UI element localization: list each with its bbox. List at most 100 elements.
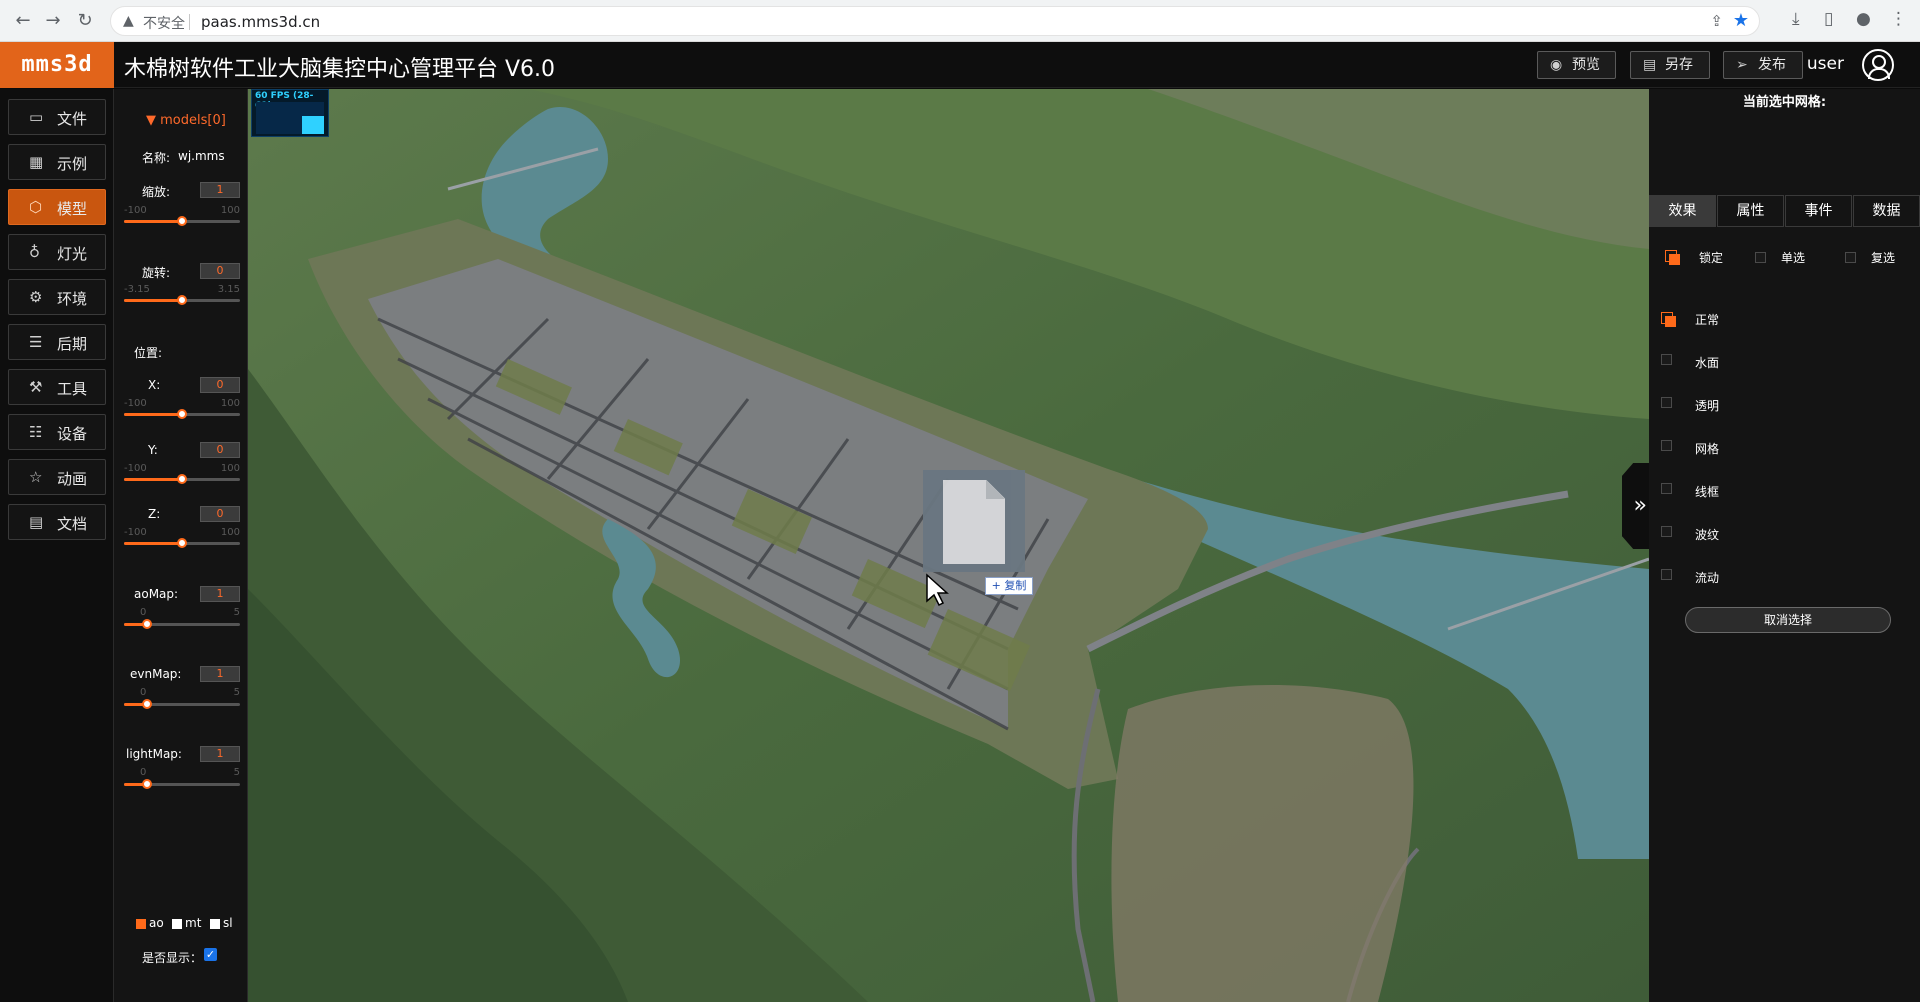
slider-thumb[interactable] [142,699,152,709]
slider-thumb[interactable] [177,216,187,226]
scale-input[interactable]: 1 [200,182,240,198]
y-input[interactable]: 0 [200,442,240,458]
scale-slider[interactable] [124,216,240,226]
nav-item-file[interactable]: ▭ 文件 [8,99,106,135]
single-select-checkbox[interactable] [1755,252,1766,263]
eye-icon: ◉ [1550,57,1563,73]
x-input[interactable]: 0 [200,377,240,393]
send-icon: ➢ [1736,57,1748,73]
tab-effect[interactable]: 效果 [1649,195,1716,227]
nav-item-model[interactable]: ⬡ 模型 [8,189,106,225]
lightmap-label: lightMap: [126,747,182,761]
sidepanel-icon[interactable]: ▯ [1824,9,1833,29]
aomap-input[interactable]: 1 [200,586,240,602]
address-bar[interactable]: ▲ 不安全 paas.mms3d.cn ⇪ ★ [110,6,1760,36]
save-as-label: 另存 [1665,57,1693,73]
nav-item-animation[interactable]: ☆ 动画 [8,459,106,495]
nav-item-light[interactable]: ♁ 灯光 [8,234,106,270]
brand-logo: mms3d [0,42,114,88]
grid-icon: ▦ [29,153,44,171]
nav-item-devices[interactable]: ☷ 设备 [8,414,106,450]
slider-thumb[interactable] [177,409,187,419]
slider-thumb[interactable] [177,295,187,305]
gear-icon: ⚙ [29,288,43,306]
fps-meter: 60 FPS (28-61) [251,89,329,137]
slider-thumb[interactable] [177,538,187,548]
lightmap-slider[interactable] [124,779,240,789]
model-properties-panel: ▼ models[0] 名称: wj.mms 缩放: 1 -100 100 旋转… [114,89,248,1002]
user-name[interactable]: user [1807,54,1844,74]
url-text[interactable]: paas.mms3d.cn [201,13,320,31]
effect-transparent-checkbox[interactable] [1661,397,1672,408]
rotate-max: 3.15 [217,284,240,295]
effect-flow-checkbox[interactable] [1661,569,1672,580]
tab-data[interactable]: 数据 [1853,195,1920,227]
mt-checkbox[interactable] [172,919,182,929]
slider-thumb[interactable] [177,474,187,484]
evnmap-label: evnMap: [130,667,182,681]
aomap-label: aoMap: [134,587,179,601]
share-icon[interactable]: ⇪ [1710,12,1723,30]
effect-wireframe-checkbox[interactable] [1661,483,1672,494]
position-label: 位置: [134,346,163,360]
y-label: Y: [148,443,158,457]
menu-kebab-icon[interactable]: ⋮ [1890,9,1907,29]
lightmap-input[interactable]: 1 [200,746,240,762]
reload-icon[interactable]: ↻ [72,8,98,34]
z-label: Z: [148,507,161,521]
nav-item-docs[interactable]: ▤ 文档 [8,504,106,540]
sl-checkbox[interactable] [210,919,220,929]
evnmap-slider[interactable] [124,699,240,709]
effect-flow-label: 流动 [1695,571,1720,585]
slider-thumb[interactable] [142,779,152,789]
z-input[interactable]: 0 [200,506,240,522]
user-avatar-icon[interactable] [1862,49,1894,81]
rotate-slider[interactable] [124,295,240,305]
tab-properties[interactable]: 属性 [1717,195,1784,227]
effect-normal-checkbox[interactable] [1661,312,1676,327]
visible-checkbox[interactable]: ✓ [204,948,217,961]
evnmap-input[interactable]: 1 [200,666,240,682]
rotate-input[interactable]: 0 [200,263,240,279]
ao-checkbox[interactable] [136,919,146,929]
browser-toolbar: ← → ↻ ▲ 不安全 paas.mms3d.cn ⇪ ★ ⤓ ▯ ● ⋮ [0,0,1920,42]
forward-icon[interactable]: → [40,8,66,34]
x-slider[interactable] [124,409,240,419]
z-slider[interactable] [124,538,240,548]
3d-viewport[interactable]: 60 FPS (28-61) + 复制 » [248,89,1649,1002]
profile-icon[interactable]: ● [1856,9,1871,29]
y-slider[interactable] [124,474,240,484]
warning-icon: ▲ [123,13,134,29]
scale-max: 100 [220,205,240,216]
bookmark-star-icon[interactable]: ★ [1733,10,1749,31]
nav-item-examples[interactable]: ▦ 示例 [8,144,106,180]
effect-ripple-checkbox[interactable] [1661,526,1672,537]
divider [189,14,190,30]
ao-label: ao [149,916,164,930]
back-icon[interactable]: ← [10,8,36,34]
nav-item-postprocess[interactable]: ☰ 后期 [8,324,106,360]
effect-wireframe-label: 线框 [1695,485,1720,499]
effect-grid-checkbox[interactable] [1661,440,1672,451]
publish-button[interactable]: ➢ 发布 [1723,51,1803,79]
download-icon[interactable]: ⤓ [1792,9,1800,29]
nav-item-tools[interactable]: ⚒ 工具 [8,369,106,405]
save-as-button[interactable]: ▤ 另存 [1630,51,1710,79]
name-value: wj.mms [178,149,225,163]
model-tree-node[interactable]: ▼ models[0] [146,113,226,128]
collapse-panel-button[interactable]: » [1622,463,1649,549]
preview-button[interactable]: ◉ 预览 [1537,51,1616,79]
multi-select-checkbox[interactable] [1845,252,1856,263]
effect-tabs: 效果 属性 事件 数据 [1649,195,1920,227]
nav-item-label: 动画 [57,470,88,488]
list-icon: ☷ [29,423,43,441]
nav-item-environment[interactable]: ⚙ 环境 [8,279,106,315]
aomap-slider[interactable] [124,619,240,629]
effect-water-checkbox[interactable] [1661,354,1672,365]
lock-checkbox[interactable] [1665,250,1680,265]
slider-thumb[interactable] [142,619,152,629]
sl-label: sl [223,916,233,930]
tab-events[interactable]: 事件 [1785,195,1852,227]
publish-label: 发布 [1758,57,1786,73]
cancel-selection-button[interactable]: 取消选择 [1685,607,1891,633]
